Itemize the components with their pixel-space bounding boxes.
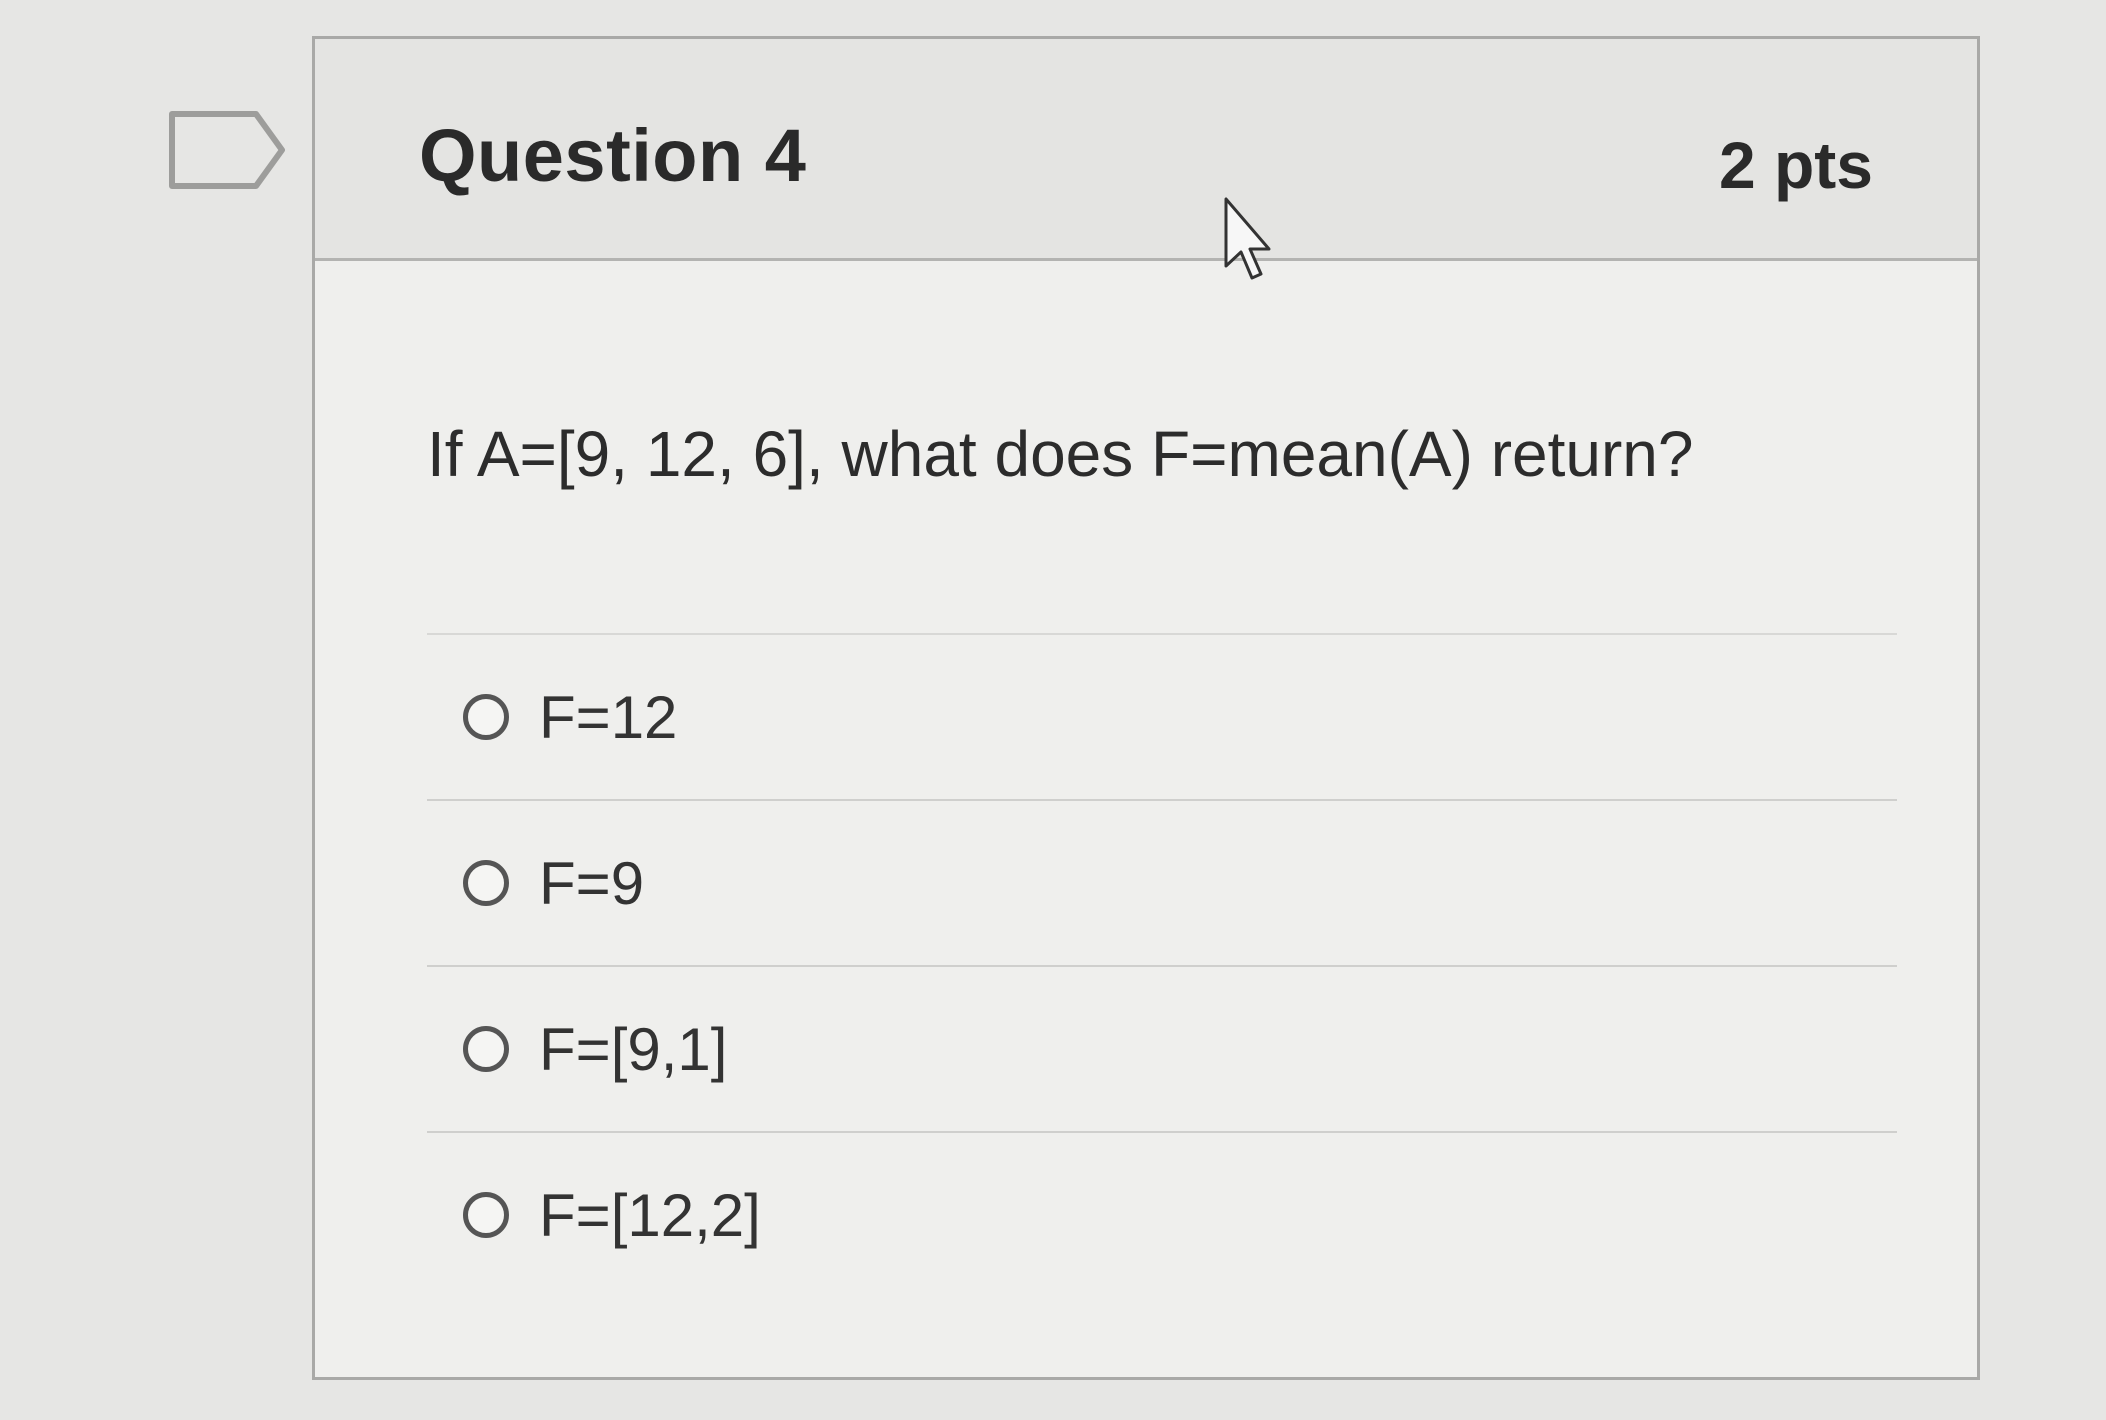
- question-header: Question 4 2 pts: [315, 39, 1977, 261]
- question-text: If A=[9, 12, 6], what does F=mean(A) ret…: [427, 418, 1694, 490]
- answer-option-4[interactable]: F=[12,2]: [427, 1131, 1897, 1297]
- flag-question-icon[interactable]: [168, 110, 288, 190]
- answer-label: F=[9,1]: [539, 1015, 728, 1083]
- radio-button[interactable]: [463, 694, 509, 740]
- radio-button[interactable]: [463, 1026, 509, 1072]
- answer-option-3[interactable]: F=[9,1]: [427, 965, 1897, 1131]
- question-title: Question 4: [419, 114, 807, 197]
- mouse-pointer-icon: [1224, 197, 1271, 280]
- question-card: Question 4 2 pts If A=[9, 12, 6], what d…: [312, 36, 1980, 1380]
- answer-option-1[interactable]: F=12: [427, 633, 1897, 799]
- radio-button[interactable]: [463, 1192, 509, 1238]
- radio-button[interactable]: [463, 860, 509, 906]
- answer-label: F=9: [539, 849, 645, 917]
- question-points: 2 pts: [1718, 128, 1873, 202]
- answer-label: F=12: [539, 683, 678, 751]
- answers-list: F=12 F=9 F=[9,1] F=[12,2]: [427, 633, 1897, 1297]
- answer-label: F=[12,2]: [539, 1181, 761, 1249]
- answer-option-2[interactable]: F=9: [427, 799, 1897, 965]
